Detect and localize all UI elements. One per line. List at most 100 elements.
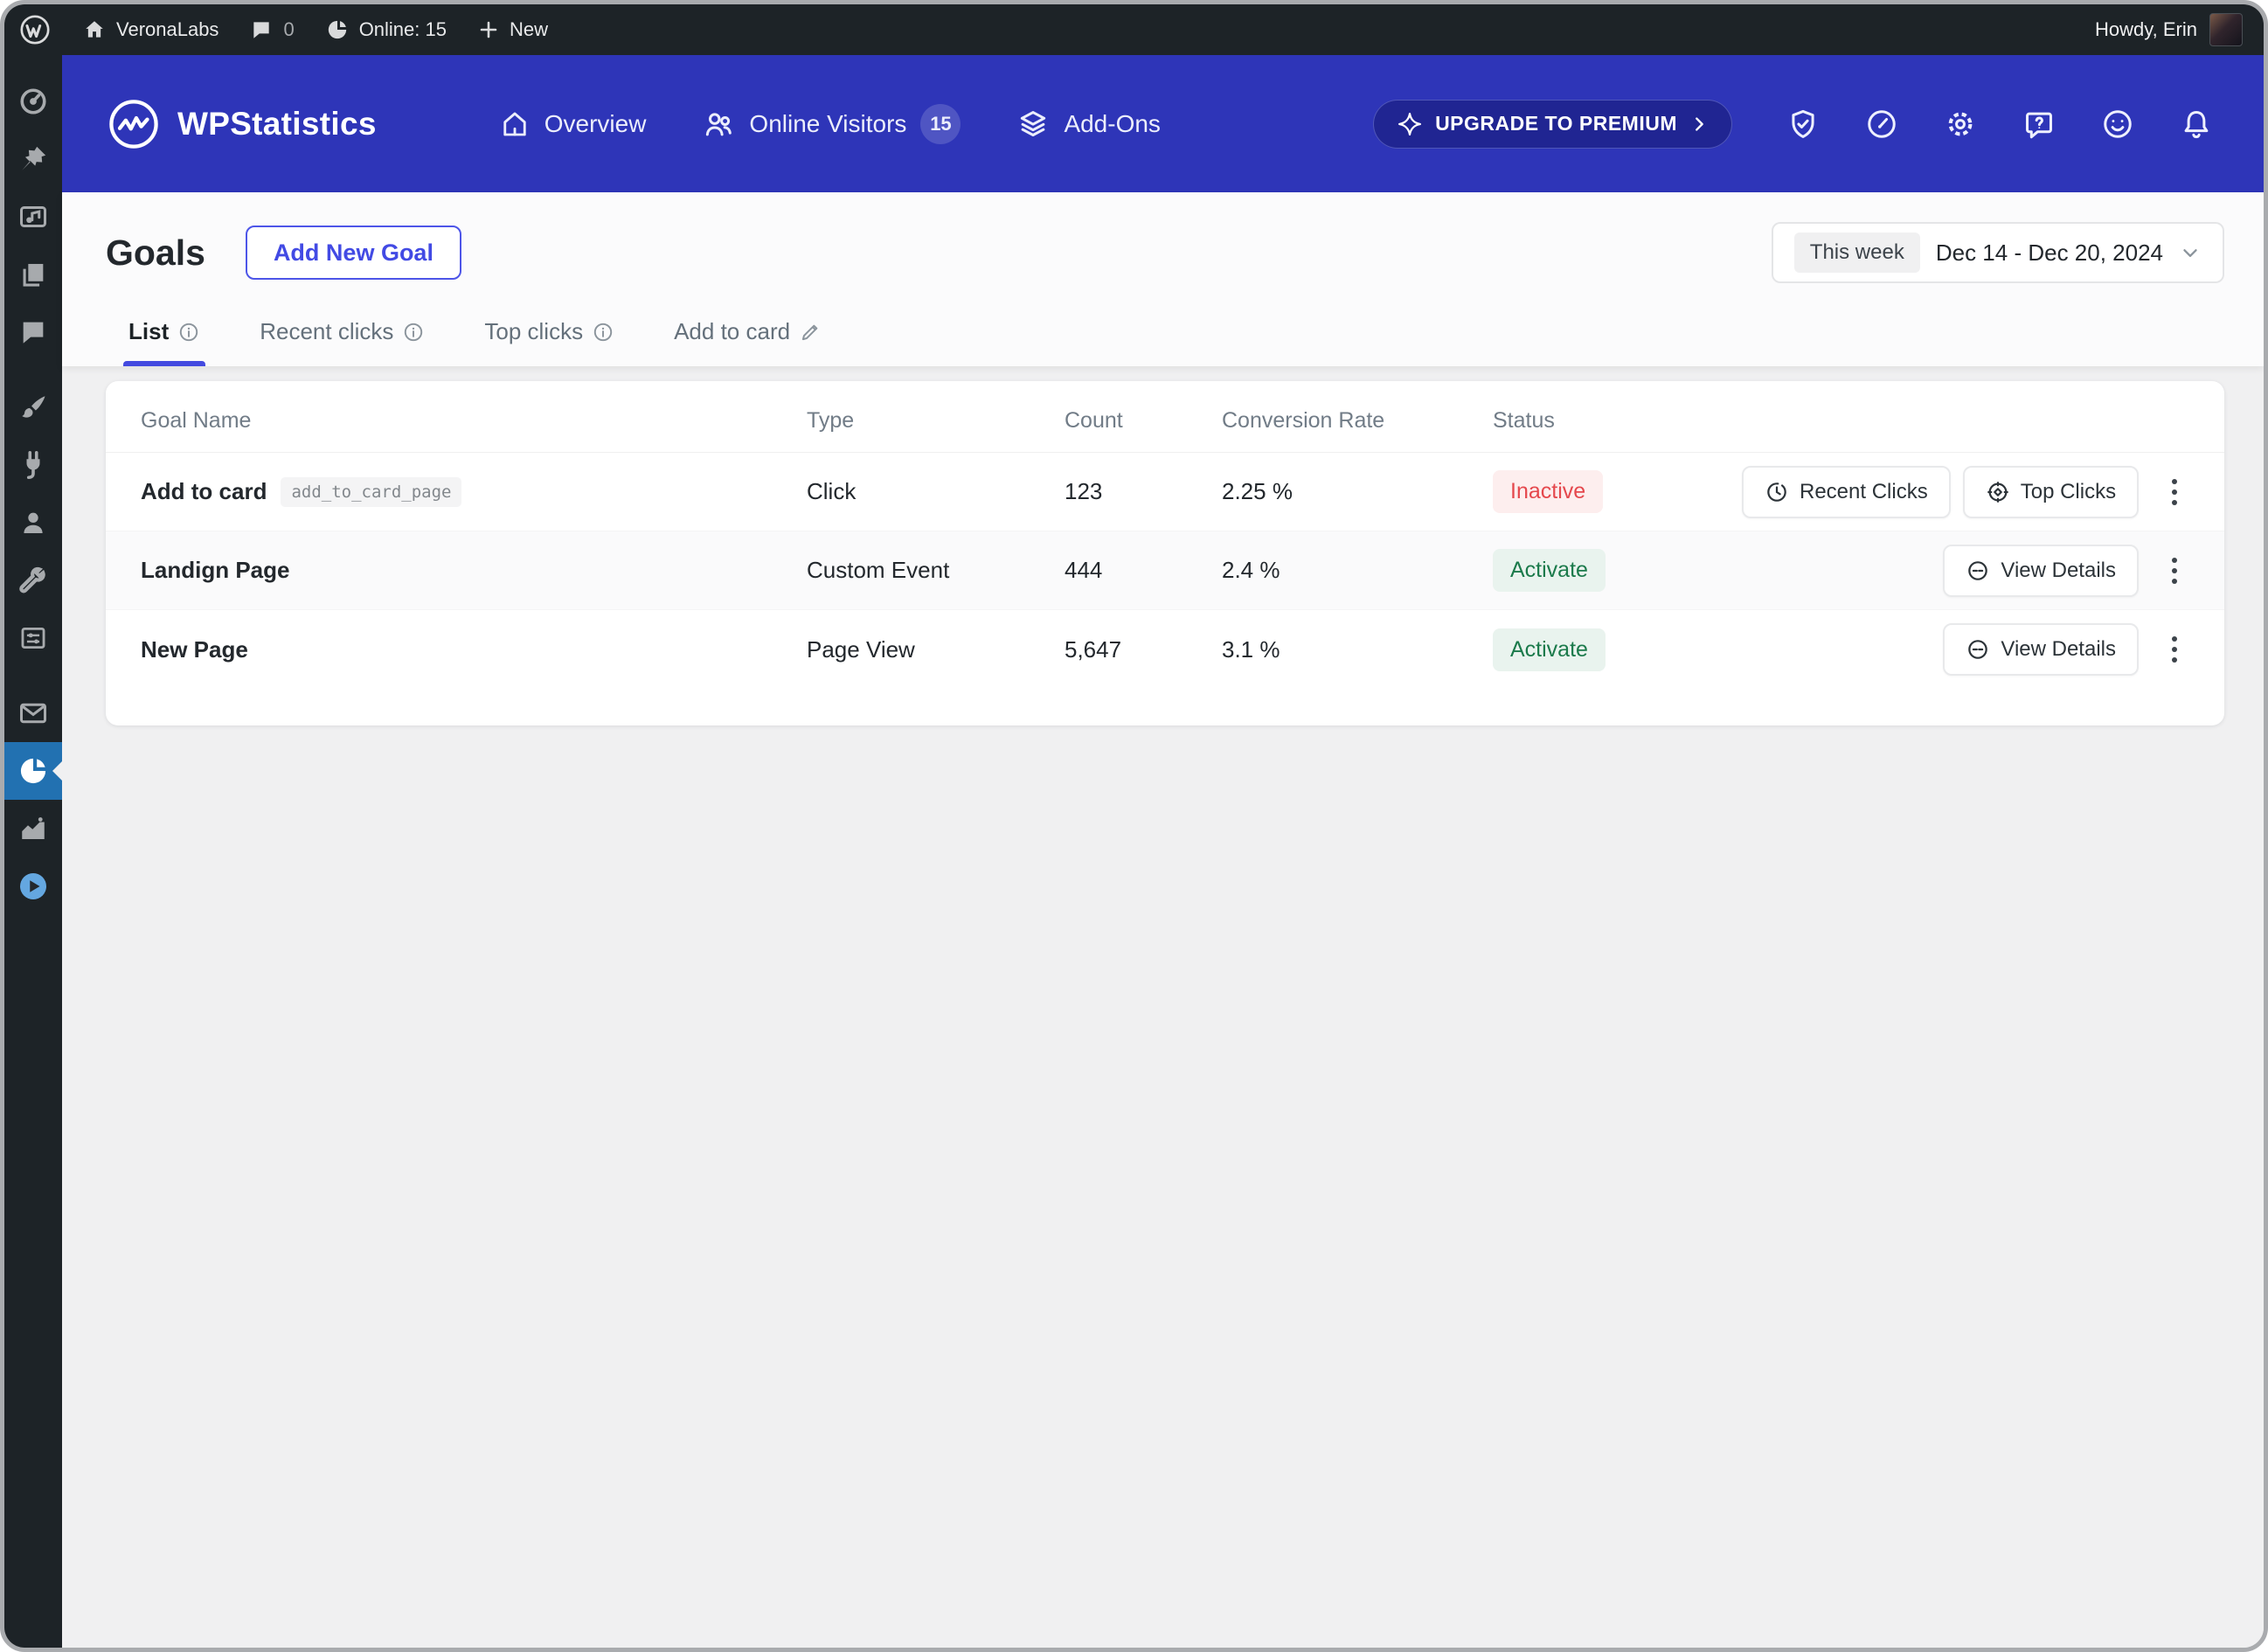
shield-check-icon[interactable] <box>1786 108 1820 141</box>
tab-add-to-card[interactable]: Add to card <box>669 308 827 366</box>
wp-admin-bar: VeronaLabs 0 Online: 15 New Howdy, Erin <box>4 4 2264 55</box>
sidebar-item-posts[interactable] <box>4 130 62 188</box>
goal-count: 5,647 <box>1065 635 1122 663</box>
comment-bubble-icon <box>250 18 273 41</box>
recent-clicks-button[interactable]: Recent Clicks <box>1742 465 1951 518</box>
home-outline-icon <box>499 108 531 140</box>
row-menu-kebab-icon[interactable] <box>2160 545 2189 597</box>
brand[interactable]: WPStatistics <box>106 96 377 152</box>
goal-count: 123 <box>1065 478 1103 504</box>
goal-conversion: 3.1 % <box>1222 635 1280 663</box>
sidebar-item-analytics[interactable] <box>4 800 62 857</box>
tab-recent-clicks[interactable]: Recent clicks <box>254 308 430 366</box>
settings-sliders-icon <box>18 623 48 653</box>
table-row: Landign Page Custom Event 444 2.4 % Acti… <box>106 531 2224 610</box>
pencil-icon <box>799 321 822 344</box>
wordpress-logo-icon[interactable] <box>18 13 52 46</box>
content-area: Goal Name Type Count Conversion Rate Sta… <box>62 366 2264 1648</box>
tab-top-clicks[interactable]: Top clicks <box>479 308 620 366</box>
sidebar-item-wp-statistics[interactable] <box>4 742 62 800</box>
button-label: View Details <box>2001 558 2116 582</box>
nav-label: Overview <box>544 109 647 137</box>
table-header-row: Goal Name Type Count Conversion Rate Sta… <box>106 390 2224 453</box>
row-menu-kebab-icon[interactable] <box>2160 623 2189 676</box>
goal-name: Landign Page <box>141 557 290 583</box>
status-badge[interactable]: Activate <box>1493 549 1606 592</box>
sidebar-item-plugins[interactable] <box>4 436 62 494</box>
nav-label: Online Visitors <box>749 109 907 137</box>
view-details-button[interactable]: View Details <box>1943 544 2139 597</box>
add-new-goal-button[interactable]: Add New Goal <box>245 226 461 280</box>
sidebar-item-settings[interactable] <box>4 609 62 667</box>
sidebar-item-media[interactable] <box>4 188 62 246</box>
online-visitors-menu[interactable]: Online: 15 <box>326 18 447 41</box>
comments-count: 0 <box>283 18 295 40</box>
goal-type: Click <box>807 478 857 504</box>
chevron-right-icon <box>1689 115 1709 134</box>
date-range-text: Dec 14 - Dec 20, 2024 <box>1935 239 2163 266</box>
goals-table-card: Goal Name Type Count Conversion Rate Sta… <box>106 381 2224 725</box>
upgrade-to-premium-button[interactable]: UPGRADE TO PREMIUM <box>1373 99 1732 149</box>
date-range-picker[interactable]: This week Dec 14 - Dec 20, 2024 <box>1771 222 2224 283</box>
goal-name: Add to card <box>141 478 267 504</box>
plugins-icon <box>17 449 49 481</box>
goal-type: Custom Event <box>807 557 950 583</box>
media-icon <box>17 201 49 233</box>
howdy-text[interactable]: Howdy, Erin <box>2095 18 2197 41</box>
nav-item-add-ons[interactable]: Add-Ons <box>1016 108 1161 141</box>
bell-icon[interactable] <box>2180 108 2213 141</box>
comments-menu[interactable]: 0 <box>250 18 295 41</box>
chevron-down-icon <box>2179 241 2202 264</box>
button-label: Recent Clicks <box>1800 479 1928 503</box>
crosshair-icon <box>1986 480 2010 504</box>
brand-name: WPStatistics <box>177 105 377 142</box>
col-type: Type <box>807 408 855 433</box>
goal-conversion: 2.4 % <box>1222 557 1280 583</box>
nav-item-overview[interactable]: Overview <box>499 108 647 140</box>
wp-admin-sidebar <box>4 55 62 1648</box>
appearance-brush-icon <box>17 392 49 423</box>
sidebar-item-pages[interactable] <box>4 246 62 303</box>
tab-label: Recent clicks <box>260 318 394 344</box>
sidebar-item-comments[interactable] <box>4 303 62 361</box>
sparkle-icon <box>1397 111 1423 137</box>
goal-type: Page View <box>807 635 915 663</box>
plugin-nav: Overview Online Visitors 15 Add-Ons <box>499 103 1161 144</box>
new-label: New <box>509 18 548 40</box>
nav-item-online-visitors[interactable]: Online Visitors 15 <box>702 103 961 144</box>
upgrade-label: UPGRADE TO PREMIUM <box>1435 112 1677 135</box>
col-goal-name: Goal Name <box>141 408 252 433</box>
goal-name: New Page <box>141 635 248 663</box>
view-icon <box>1966 637 1990 662</box>
sidebar-item-mail[interactable] <box>4 684 62 742</box>
tab-label: Top clicks <box>484 318 584 344</box>
sidebar-item-dashboard[interactable] <box>4 73 62 130</box>
row-menu-kebab-icon[interactable] <box>2160 466 2189 518</box>
comments-icon <box>18 317 48 347</box>
top-clicks-button[interactable]: Top Clicks <box>1962 465 2140 518</box>
analytics-chart-icon <box>17 813 49 844</box>
info-icon <box>402 321 425 344</box>
feedback-smiley-icon[interactable] <box>2101 108 2134 141</box>
gear-icon[interactable] <box>1944 108 1977 141</box>
goal-count: 444 <box>1065 557 1103 583</box>
avatar[interactable] <box>2209 13 2243 46</box>
nav-label: Add-Ons <box>1064 109 1161 137</box>
sidebar-item-video[interactable] <box>4 857 62 915</box>
view-details-button[interactable]: View Details <box>1943 623 2139 676</box>
site-name: VeronaLabs <box>116 18 219 40</box>
help-icon[interactable] <box>2022 108 2056 141</box>
video-play-icon <box>17 871 49 902</box>
button-label: View Details <box>2001 637 2116 661</box>
new-content-menu[interactable]: New <box>478 18 548 41</box>
tab-list[interactable]: List <box>123 308 206 366</box>
sidebar-item-tools[interactable] <box>4 552 62 609</box>
sidebar-item-appearance[interactable] <box>4 378 62 436</box>
site-menu[interactable]: VeronaLabs <box>83 18 218 41</box>
gauge-icon[interactable] <box>1865 108 1898 141</box>
status-badge[interactable]: Inactive <box>1493 470 1604 513</box>
status-badge[interactable]: Activate <box>1493 628 1606 671</box>
goal-slug: add_to_card_page <box>281 476 462 507</box>
table-row: Add to card add_to_card_page Click 123 2… <box>106 453 2224 531</box>
sidebar-item-users[interactable] <box>4 494 62 552</box>
